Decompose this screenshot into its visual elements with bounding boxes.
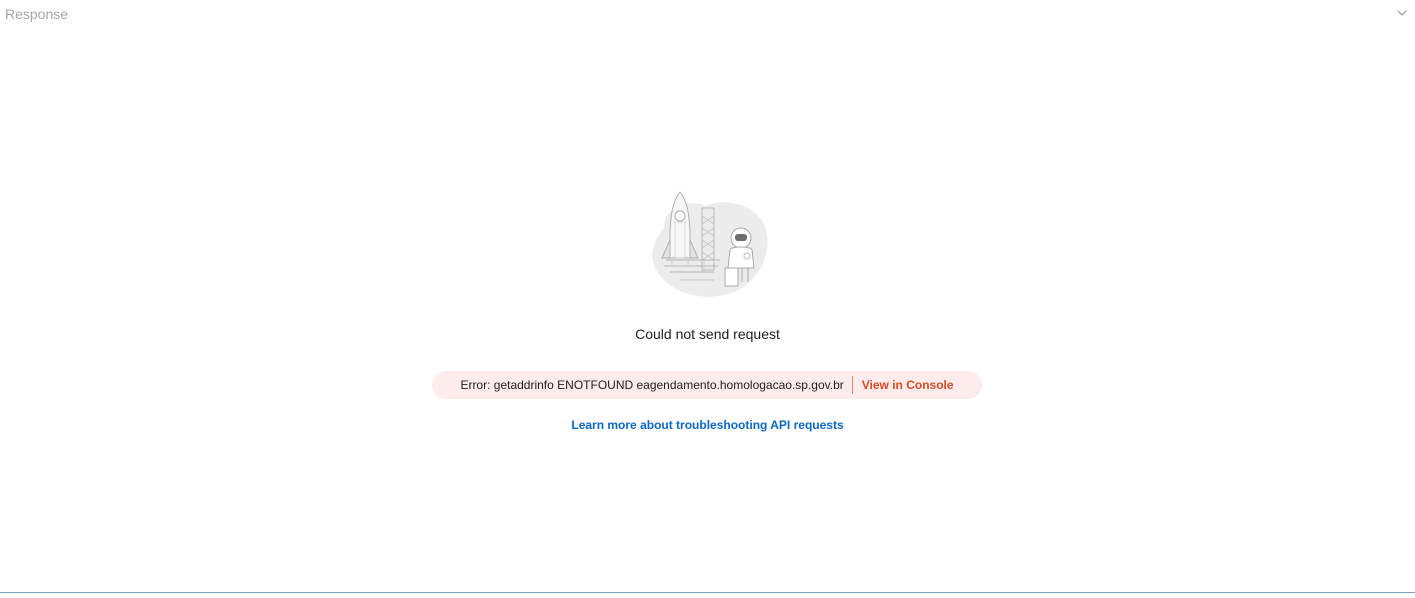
chevron-down-icon[interactable]	[1395, 6, 1409, 20]
error-divider	[851, 376, 853, 394]
response-pane-title: Response	[5, 6, 69, 22]
troubleshooting-link[interactable]: Learn more about troubleshooting API req…	[0, 417, 1415, 433]
response-pane-header[interactable]: Response	[0, 0, 1415, 28]
view-in-console-link[interactable]: View in Console	[862, 378, 954, 392]
response-pane: Response Could not send request Error: g…	[0, 0, 1415, 598]
status-title: Could not send request	[635, 326, 780, 342]
rocket-launch-illustration	[644, 188, 770, 300]
error-banner: Error: getaddrinfo ENOTFOUND eagendament…	[432, 371, 982, 399]
error-message: Error: getaddrinfo ENOTFOUND eagendament…	[460, 378, 844, 392]
pane-bottom-border	[0, 592, 1415, 593]
